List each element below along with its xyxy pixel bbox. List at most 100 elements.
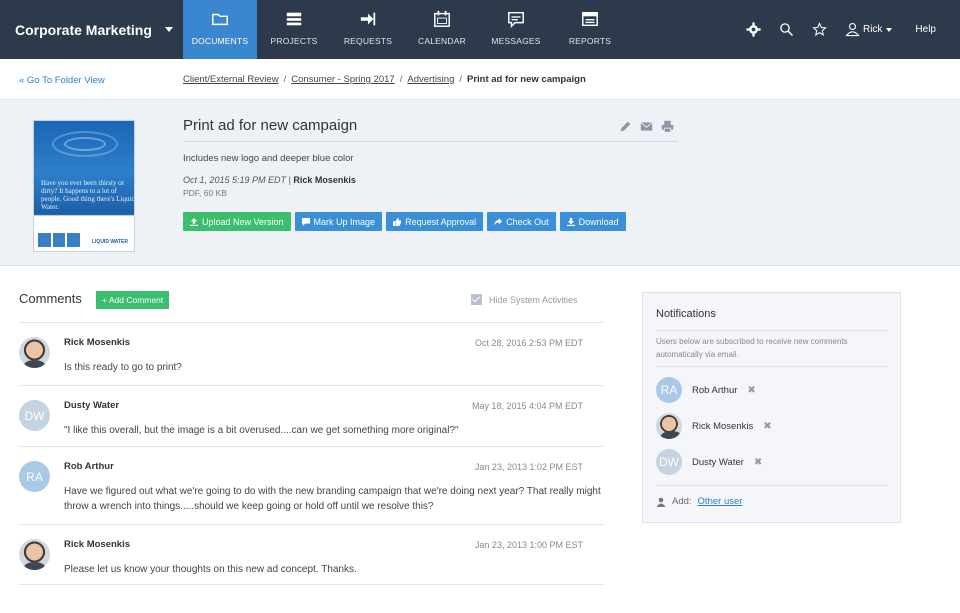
- toggle-label: Hide System Activities: [489, 294, 578, 305]
- document-header: Have you ever been thirsty or dirty? It …: [0, 100, 960, 266]
- remove-subscriber-icon[interactable]: ✖: [763, 421, 771, 432]
- star-icon: [812, 22, 827, 36]
- breadcrumb: Client/External Review / Consumer - Sprin…: [183, 74, 586, 85]
- comment-author: Rick Mosenkis: [64, 539, 130, 550]
- divider: [656, 485, 888, 486]
- reports-icon: [582, 11, 598, 27]
- gear-icon: [746, 22, 761, 37]
- button-label: Check Out: [506, 216, 549, 227]
- document-thumbnail[interactable]: Have you ever been thirsty or dirty? It …: [33, 120, 135, 252]
- divider: [183, 141, 678, 142]
- document-button-row: Upload New Version Mark Up Image Request…: [183, 212, 626, 231]
- document-title: Print ad for new campaign: [183, 117, 358, 134]
- button-label: Download: [578, 216, 619, 227]
- button-label: Mark Up Image: [313, 216, 376, 227]
- projects-icon: [286, 12, 302, 26]
- checkbox[interactable]: [471, 294, 482, 305]
- divider: [656, 366, 888, 367]
- avatar: [19, 539, 50, 570]
- nav-label: CALENDAR: [418, 36, 466, 46]
- thumbnail-text: Have you ever been thirsty or dirty? It …: [41, 179, 135, 211]
- comments-list: Rick Mosenkis Oct 28, 2016 2:53 PM EDT I…: [19, 322, 604, 585]
- nav-label: REQUESTS: [343, 36, 393, 46]
- comment-text: Please let us know your thoughts on this…: [64, 564, 357, 575]
- download-icon: [566, 217, 575, 226]
- avatar: RA: [656, 377, 682, 403]
- subscriber-name: Dusty Water: [692, 456, 744, 468]
- water-ripple: [64, 137, 106, 151]
- button-label: Upload New Version: [202, 216, 284, 227]
- subscriber-item: RA Rob Arthur ✖: [656, 377, 756, 403]
- thumbs-up-icon: [393, 217, 402, 226]
- add-label: Add:: [672, 496, 692, 507]
- nav-projects[interactable]: PROJECTS: [257, 0, 331, 59]
- remove-subscriber-icon[interactable]: ✖: [747, 385, 755, 396]
- add-subscriber-row: Add: Other user: [656, 496, 742, 507]
- button-label: Request Approval: [405, 216, 477, 227]
- other-user-link[interactable]: Other user: [698, 496, 743, 507]
- notifications-panel: Notifications Users below are subscribed…: [642, 292, 901, 523]
- thumbnail-images: [38, 233, 81, 247]
- breadcrumb-bar: « Go To Folder View Client/External Revi…: [0, 59, 960, 100]
- email-icon[interactable]: [640, 120, 653, 133]
- workspace-selector[interactable]: Corporate Marketing: [0, 0, 183, 59]
- comment-icon: [301, 217, 310, 226]
- subscriber-item: DW Dusty Water ✖: [656, 449, 762, 475]
- nav-messages[interactable]: MESSAGES: [479, 0, 553, 59]
- document-file-info: PDF, 60 KB: [183, 188, 227, 198]
- nav-reports[interactable]: REPORTS: [553, 0, 627, 59]
- remove-subscriber-icon[interactable]: ✖: [754, 457, 762, 468]
- comment-author: Rick Mosenkis: [64, 337, 130, 348]
- breadcrumb-link[interactable]: Advertising: [407, 74, 454, 85]
- breadcrumb-separator: /: [459, 74, 462, 85]
- upload-new-version-button[interactable]: Upload New Version: [183, 212, 291, 231]
- search-icon: [780, 23, 793, 37]
- go-to-folder-link[interactable]: « Go To Folder View: [19, 75, 105, 86]
- messages-icon: [508, 11, 524, 28]
- breadcrumb-link[interactable]: Client/External Review: [183, 74, 279, 85]
- avatar-body: [23, 562, 46, 570]
- hide-system-activities-toggle[interactable]: Hide System Activities: [471, 294, 578, 305]
- favorites-button[interactable]: [812, 22, 827, 37]
- add-comment-button[interactable]: + Add Comment: [96, 291, 170, 309]
- check-out-button[interactable]: Check Out: [487, 212, 556, 231]
- avatar: RA: [19, 461, 50, 492]
- subscriber-item: Rick Mosenkis ✖: [656, 413, 772, 439]
- calendar-icon: [434, 10, 450, 27]
- breadcrumb-separator: /: [283, 74, 287, 85]
- avatar-body: [23, 360, 46, 368]
- folder-icon: [212, 13, 228, 26]
- mark-up-image-button[interactable]: Mark Up Image: [294, 212, 383, 231]
- workspace-name: Corporate Marketing: [15, 21, 152, 38]
- user-menu[interactable]: Rick: [845, 22, 893, 37]
- comment-date: May 18, 2015 4:04 PM EDT: [471, 401, 583, 411]
- help-link[interactable]: Help: [915, 24, 936, 35]
- chevron-down-icon: [165, 27, 173, 32]
- subscriber-name: Rob Arthur: [692, 384, 738, 396]
- user-name: Rick: [862, 24, 883, 35]
- document-meta: Oct 1, 2015 5:19 PM EDT | Rick Mosenkis: [183, 175, 356, 185]
- nav-calendar[interactable]: CALENDAR: [405, 0, 479, 59]
- avatar: DW: [656, 449, 682, 475]
- nav-documents[interactable]: DOCUMENTS: [183, 0, 257, 59]
- comment-item: Rick Mosenkis Jan 23, 2013 1:00 PM EST P…: [19, 525, 604, 585]
- nav-requests[interactable]: REQUESTS: [331, 0, 405, 59]
- notifications-description: Users below are subscribed to receive ne…: [656, 337, 848, 359]
- avatar: [19, 337, 50, 368]
- download-button[interactable]: Download: [559, 212, 626, 231]
- avatar: DW: [19, 400, 50, 431]
- nav-label: MESSAGES: [491, 36, 541, 46]
- comment-text: "I like this overall, but the image is a…: [64, 425, 459, 436]
- requests-icon: [360, 12, 376, 26]
- print-icon[interactable]: [661, 120, 674, 133]
- nav-label: DOCUMENTS: [191, 36, 249, 46]
- comment-date: Jan 23, 2013 1:00 PM EST: [474, 540, 583, 550]
- comment-date: Oct 28, 2016 2:53 PM EDT: [474, 338, 583, 348]
- request-approval-button[interactable]: Request Approval: [386, 212, 484, 231]
- comment-author: Rob Arthur: [64, 461, 114, 472]
- top-navigation-bar: Corporate Marketing DOCUMENTS PROJECTS R…: [0, 0, 960, 59]
- settings-button[interactable]: [746, 22, 761, 37]
- breadcrumb-link[interactable]: Consumer - Spring 2017: [291, 74, 395, 85]
- search-button[interactable]: [779, 22, 794, 37]
- edit-icon[interactable]: [619, 120, 632, 133]
